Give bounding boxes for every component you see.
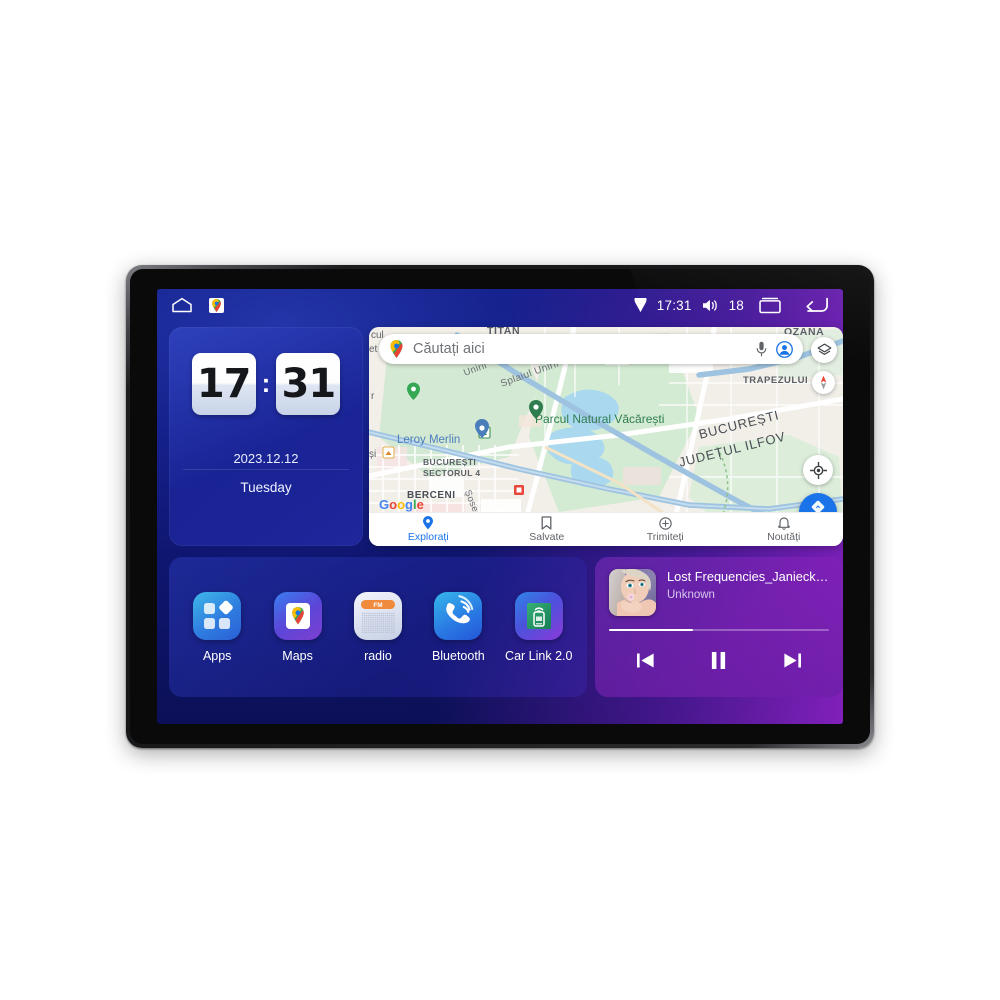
next-track-button[interactable] [775,646,809,674]
map-nav-item-explorați[interactable]: Explorați [369,513,488,546]
device-screen: 17:31 18 17: 31 2023.12.12 Tuesday TITA… [157,289,843,724]
microphone-icon[interactable] [756,341,767,357]
track-progress-fill [609,629,693,631]
map-nav-label: Salvate [529,531,565,543]
clock-minutes: 31 [276,353,341,415]
back-icon[interactable] [804,296,829,314]
map-nav-item-salvate[interactable]: Salvate [488,513,607,546]
dock-app-label: Car Link 2.0 [505,648,573,663]
status-time: 17:31 [656,297,692,313]
google-maps-icon[interactable] [273,591,322,640]
page-root: 17:31 18 17: 31 2023.12.12 Tuesday TITA… [0,0,1000,1000]
map-label: r [371,391,375,402]
map-layers-button[interactable] [811,337,837,363]
home-icon[interactable] [171,297,193,313]
dock-app-apps[interactable]: Apps [184,591,250,663]
svg-text:FM: FM [373,602,382,609]
clock-hours: 17 [191,353,256,415]
map-label: et [369,344,378,355]
bell-icon [778,516,790,530]
map-compass-button[interactable] [812,371,835,394]
music-player-widget[interactable]: Lost Frequencies_Janieck Devy-... Unknow… [595,557,843,697]
dock-app-bluetooth[interactable]: Bluetooth [425,591,491,663]
clock-divider [183,469,349,470]
volume-level: 18 [728,297,744,313]
maps-pin-icon [389,340,404,358]
status-bar: 17:31 18 [157,289,843,321]
album-art [609,569,656,616]
map-search-bar[interactable]: Căutați aici [379,334,803,364]
bookmark-icon [541,516,552,530]
bluetooth-phone-icon[interactable] [434,591,483,640]
clock-widget[interactable]: 17 : 31 2023.12.12 Tuesday [169,327,363,546]
track-title: Lost Frequencies_Janieck Devy-... [667,569,829,584]
dock-app-label: Maps [282,648,313,663]
dock-app-label: radio [364,648,392,663]
map-nav-item-noutăți[interactable]: Noutăți [725,513,844,546]
location-pin-icon [634,297,647,313]
recent-apps-icon[interactable] [758,297,782,314]
explore-pin-icon [422,516,434,530]
clock-separator: : [261,368,271,398]
maps-widget[interactable]: TITAN OZANA cul et Unirii Splaiul Unirii TRAPE… [369,327,843,546]
car-head-unit-device: 17:31 18 17: 31 2023.12.12 Tuesday TITA… [126,265,874,748]
fm-radio-icon[interactable]: FM [353,591,402,640]
map-nav-label: Explorați [407,531,449,543]
google-attribution: Google [379,497,424,512]
dock-app-maps[interactable]: Maps [265,591,331,663]
map-nav-label: Noutăți [767,531,801,543]
map-search-placeholder[interactable]: Căutați aici [413,341,747,357]
app-dock: Apps Maps FM radio Bluetooth Car Link 2.0 [169,557,587,697]
map-label: TRAPEZULUI [743,375,809,386]
map-nav-item-trimiteți[interactable]: Trimiteți [606,513,725,546]
map-bottom-nav[interactable]: Explorați Salvate Trimiteți Noutăți [369,512,843,546]
previous-track-button[interactable] [629,646,663,674]
map-label: Parcul Natural Văcărești [535,412,665,426]
dock-app-label: Apps [202,648,232,663]
flip-clock: 17 : 31 [169,327,363,415]
contribute-icon [659,516,672,530]
dock-app-radio[interactable]: FM radio [345,591,411,663]
play-pause-button[interactable] [702,646,736,674]
map-label: SECTORUL 4 [423,468,481,478]
dock-app-car-link-2-0[interactable]: Car Link 2.0 [505,591,573,663]
map-label: Leroy Merlin [397,434,461,446]
maps-icon[interactable] [209,297,224,313]
track-artist: Unknown [667,589,715,601]
device-bezel: 17:31 18 17: 31 2023.12.12 Tuesday TITA… [130,269,870,744]
account-avatar-icon[interactable] [776,340,793,358]
map-label: și [369,449,377,460]
my-location-button[interactable] [803,455,833,485]
map-nav-label: Trimiteți [646,530,684,543]
dock-app-label: Bluetooth [431,648,485,663]
map-label: BUCUREȘTI [423,457,477,467]
music-controls [609,646,829,674]
volume-icon[interactable] [702,298,719,313]
clock-date: 2023.12.12 [233,451,299,466]
track-progress-bar[interactable] [609,629,829,631]
car-link-icon[interactable] [514,591,563,640]
clock-weekday: Tuesday [240,480,292,495]
apps-grid-icon[interactable] [193,591,242,640]
